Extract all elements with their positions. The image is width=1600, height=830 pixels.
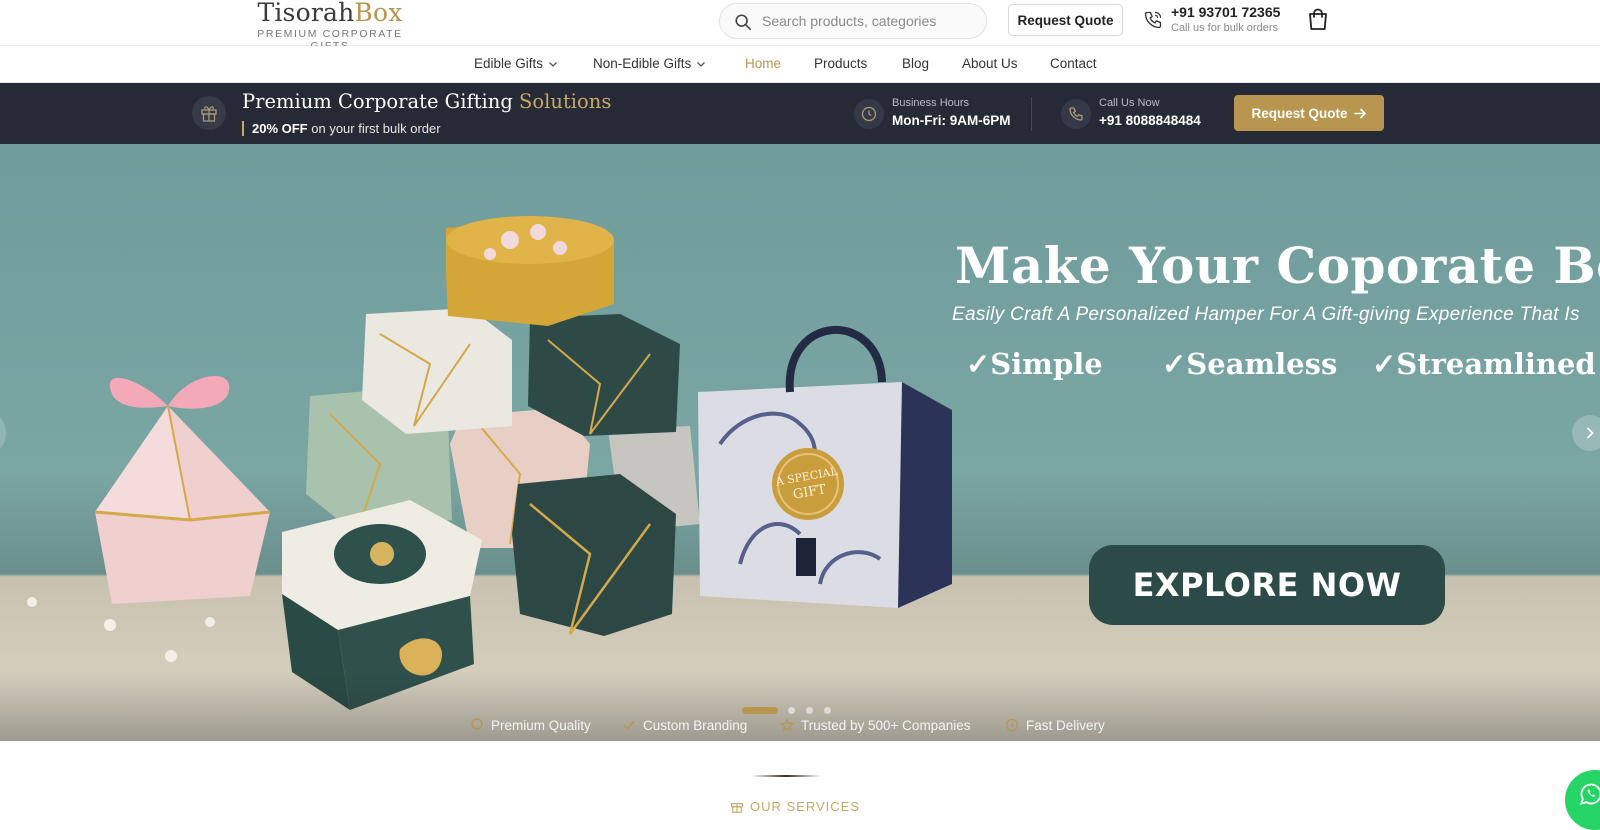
whatsapp-icon — [1580, 783, 1600, 805]
search-icon[interactable] — [734, 13, 752, 31]
badge-label: Fast Delivery — [1026, 718, 1105, 733]
header-phone[interactable]: +91 93701 72365 Call us for bulk orders — [1171, 4, 1280, 34]
hero-carousel: A SPECIAL GIFT Make Your Coporate Box Ea… — [0, 144, 1600, 741]
clock-icon — [1005, 718, 1019, 732]
hero-feature-streamlined: ✓Streamlined — [1372, 347, 1596, 381]
phone-caption: Call us for bulk orders — [1171, 22, 1278, 34]
phone-icon — [1144, 11, 1162, 29]
star-icon — [779, 718, 795, 732]
badge-label: Premium Quality — [491, 718, 591, 733]
search-bar — [719, 3, 987, 39]
brand-logo[interactable]: TisorahBox PREMIUM CORPORATE GIFTS — [245, 0, 415, 52]
arrow-right-icon — [1353, 109, 1366, 119]
main-nav: Edible Gifts Non-Edible Gifts Home Produ… — [0, 46, 1600, 83]
carousel-next-button[interactable] — [1572, 415, 1600, 451]
phone-icon — [1061, 99, 1091, 129]
section-divider — [751, 775, 821, 777]
shopping-bag-icon[interactable] — [1305, 7, 1331, 33]
call-us-number[interactable]: +91 8088848484 — [1099, 113, 1201, 128]
chevron-right-icon — [1587, 427, 1594, 439]
promo-bar: Premium Corporate Gifting Solutions 20% … — [0, 83, 1600, 144]
hero-feature-simple: ✓Simple — [966, 347, 1103, 381]
explore-now-button[interactable]: EXPLORE NOW — [1089, 545, 1445, 625]
site-header: TisorahBox PREMIUM CORPORATE GIFTS Reque… — [0, 0, 1600, 52]
nav-item-label: Non-Edible Gifts — [593, 56, 692, 71]
gift-icon — [192, 96, 226, 130]
whatsapp-chat-button[interactable] — [1565, 770, 1600, 830]
promo-title: Premium Corporate Gifting Solutions — [242, 90, 611, 113]
nav-item-about-us[interactable]: About Us — [962, 56, 1018, 71]
hero-title: Make Your Coporate Box — [955, 236, 1600, 295]
business-hours-value: Mon-Fri: 9AM-6PM — [892, 113, 1011, 128]
badge-trusted-companies: Trusted by 500+ Companies — [779, 718, 971, 733]
gift-boxes-image: A SPECIAL GIFT — [27, 216, 952, 710]
promo-offer-text: on your first bulk order — [311, 121, 441, 136]
nav-item-products[interactable]: Products — [814, 56, 867, 71]
badge-label: Custom Branding — [643, 718, 748, 733]
badge-fast-delivery: Fast Delivery — [1005, 718, 1105, 733]
promo-request-quote-label: Request Quote — [1251, 105, 1348, 121]
promo-request-quote-button[interactable]: Request Quote — [1234, 95, 1384, 131]
chevron-down-icon — [697, 62, 706, 68]
nav-item-home[interactable]: Home — [745, 56, 781, 71]
promo-title-main: Premium Corporate Gifting — [242, 90, 513, 113]
trust-badges: Premium Quality Custom Branding Trusted … — [0, 710, 1600, 740]
hero-feature-seamless: ✓Seamless — [1162, 347, 1338, 381]
nav-item-non-edible-gifts[interactable]: Non-Edible Gifts — [593, 56, 706, 71]
hero-subtitle: Easily Craft A Personalized Hamper For A… — [952, 304, 1580, 325]
promo-offer: 20% OFF on your first bulk order — [242, 121, 441, 136]
services-label-text: OUR SERVICES — [750, 799, 861, 814]
header-request-quote-button[interactable]: Request Quote — [1008, 4, 1123, 36]
business-hours-label: Business Hours — [892, 97, 970, 109]
phone-number[interactable]: +91 93701 72365 — [1171, 4, 1280, 20]
nav-item-contact[interactable]: Contact — [1050, 56, 1097, 71]
gift-icon — [730, 803, 744, 813]
badge-label: Trusted by 500+ Companies — [801, 718, 971, 733]
nav-item-blog[interactable]: Blog — [902, 56, 929, 71]
logo-wordmark: TisorahBox — [245, 0, 415, 26]
promo-title-accent: Solutions — [519, 90, 612, 113]
promo-offer-bold: 20% OFF — [252, 121, 308, 136]
search-input[interactable] — [762, 4, 977, 38]
promo-divider — [1031, 97, 1032, 131]
logo-accent: Box — [354, 0, 403, 27]
check-icon — [623, 720, 635, 731]
chevron-down-icon — [549, 62, 557, 68]
nav-item-label: Edible Gifts — [474, 56, 544, 71]
clock-icon — [854, 99, 884, 129]
badge-custom-branding: Custom Branding — [622, 718, 747, 733]
call-us-label: Call Us Now — [1099, 97, 1160, 109]
award-icon — [471, 718, 483, 730]
logo-main: Tisorah — [257, 0, 355, 27]
services-section-label: OUR SERVICES — [730, 799, 860, 814]
nav-item-edible-gifts[interactable]: Edible Gifts — [474, 56, 558, 71]
badge-premium-quality: Premium Quality — [470, 718, 591, 733]
